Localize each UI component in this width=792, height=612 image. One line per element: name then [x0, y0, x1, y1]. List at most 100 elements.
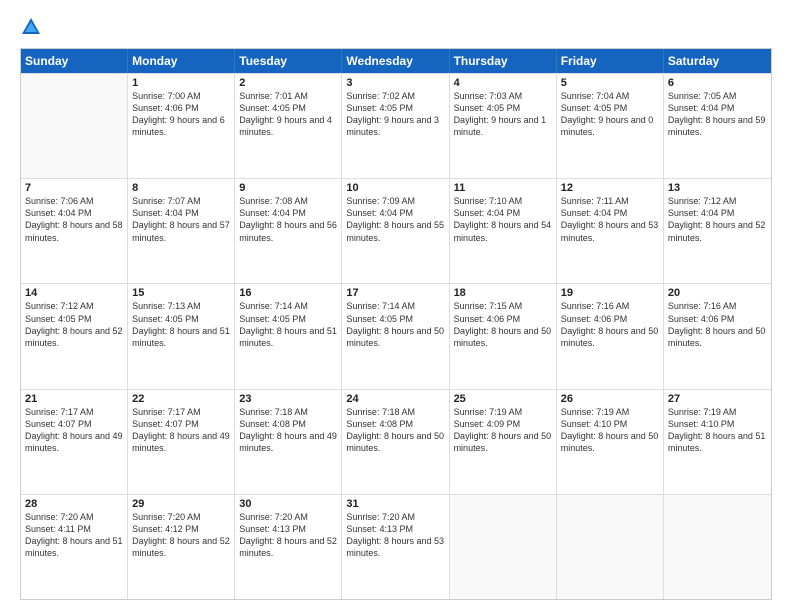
cal-cell: 12Sunrise: 7:11 AM Sunset: 4:04 PM Dayli…: [557, 179, 664, 283]
cal-row-3: 21Sunrise: 7:17 AM Sunset: 4:07 PM Dayli…: [21, 389, 771, 494]
cal-cell: 21Sunrise: 7:17 AM Sunset: 4:07 PM Dayli…: [21, 390, 128, 494]
cal-cell: 4Sunrise: 7:03 AM Sunset: 4:05 PM Daylig…: [450, 74, 557, 178]
cal-cell: 25Sunrise: 7:19 AM Sunset: 4:09 PM Dayli…: [450, 390, 557, 494]
cal-row-1: 7Sunrise: 7:06 AM Sunset: 4:04 PM Daylig…: [21, 178, 771, 283]
day-number: 16: [239, 287, 337, 299]
cal-row-0: 1Sunrise: 7:00 AM Sunset: 4:06 PM Daylig…: [21, 73, 771, 178]
cell-info: Sunrise: 7:19 AM Sunset: 4:09 PM Dayligh…: [454, 406, 552, 455]
cell-info: Sunrise: 7:16 AM Sunset: 4:06 PM Dayligh…: [668, 300, 767, 349]
cal-cell: 22Sunrise: 7:17 AM Sunset: 4:07 PM Dayli…: [128, 390, 235, 494]
cell-info: Sunrise: 7:14 AM Sunset: 4:05 PM Dayligh…: [346, 300, 444, 349]
day-number: 15: [132, 287, 230, 299]
cell-info: Sunrise: 7:09 AM Sunset: 4:04 PM Dayligh…: [346, 195, 444, 244]
cal-cell: 26Sunrise: 7:19 AM Sunset: 4:10 PM Dayli…: [557, 390, 664, 494]
cell-info: Sunrise: 7:05 AM Sunset: 4:04 PM Dayligh…: [668, 90, 767, 139]
cal-cell: 8Sunrise: 7:07 AM Sunset: 4:04 PM Daylig…: [128, 179, 235, 283]
header-thursday: Thursday: [450, 49, 557, 73]
cal-row-2: 14Sunrise: 7:12 AM Sunset: 4:05 PM Dayli…: [21, 283, 771, 388]
header-saturday: Saturday: [664, 49, 771, 73]
cell-info: Sunrise: 7:11 AM Sunset: 4:04 PM Dayligh…: [561, 195, 659, 244]
day-number: 10: [346, 182, 444, 194]
cell-info: Sunrise: 7:06 AM Sunset: 4:04 PM Dayligh…: [25, 195, 123, 244]
day-number: 8: [132, 182, 230, 194]
day-number: 31: [346, 498, 444, 510]
cal-cell: 10Sunrise: 7:09 AM Sunset: 4:04 PM Dayli…: [342, 179, 449, 283]
day-number: 23: [239, 393, 337, 405]
cell-info: Sunrise: 7:04 AM Sunset: 4:05 PM Dayligh…: [561, 90, 659, 139]
calendar: SundayMondayTuesdayWednesdayThursdayFrid…: [20, 48, 772, 600]
cell-info: Sunrise: 7:18 AM Sunset: 4:08 PM Dayligh…: [346, 406, 444, 455]
logo-icon: [20, 16, 42, 38]
cell-info: Sunrise: 7:16 AM Sunset: 4:06 PM Dayligh…: [561, 300, 659, 349]
day-number: 29: [132, 498, 230, 510]
cal-cell: [557, 495, 664, 599]
day-number: 3: [346, 77, 444, 89]
header-sunday: Sunday: [21, 49, 128, 73]
day-number: 20: [668, 287, 767, 299]
cal-cell: 23Sunrise: 7:18 AM Sunset: 4:08 PM Dayli…: [235, 390, 342, 494]
cell-info: Sunrise: 7:19 AM Sunset: 4:10 PM Dayligh…: [561, 406, 659, 455]
cell-info: Sunrise: 7:20 AM Sunset: 4:13 PM Dayligh…: [346, 511, 444, 560]
day-number: 22: [132, 393, 230, 405]
day-number: 13: [668, 182, 767, 194]
cell-info: Sunrise: 7:08 AM Sunset: 4:04 PM Dayligh…: [239, 195, 337, 244]
cal-cell: 17Sunrise: 7:14 AM Sunset: 4:05 PM Dayli…: [342, 284, 449, 388]
day-number: 14: [25, 287, 123, 299]
cell-info: Sunrise: 7:10 AM Sunset: 4:04 PM Dayligh…: [454, 195, 552, 244]
header-tuesday: Tuesday: [235, 49, 342, 73]
cell-info: Sunrise: 7:20 AM Sunset: 4:11 PM Dayligh…: [25, 511, 123, 560]
day-number: 21: [25, 393, 123, 405]
header: [20, 16, 772, 38]
logo: [20, 16, 46, 38]
cell-info: Sunrise: 7:00 AM Sunset: 4:06 PM Dayligh…: [132, 90, 230, 139]
cal-cell: 30Sunrise: 7:20 AM Sunset: 4:13 PM Dayli…: [235, 495, 342, 599]
day-number: 9: [239, 182, 337, 194]
day-number: 2: [239, 77, 337, 89]
cal-cell: [21, 74, 128, 178]
header-monday: Monday: [128, 49, 235, 73]
day-number: 12: [561, 182, 659, 194]
cal-cell: 6Sunrise: 7:05 AM Sunset: 4:04 PM Daylig…: [664, 74, 771, 178]
day-number: 27: [668, 393, 767, 405]
cal-cell: 3Sunrise: 7:02 AM Sunset: 4:05 PM Daylig…: [342, 74, 449, 178]
cal-cell: 19Sunrise: 7:16 AM Sunset: 4:06 PM Dayli…: [557, 284, 664, 388]
cal-cell: 9Sunrise: 7:08 AM Sunset: 4:04 PM Daylig…: [235, 179, 342, 283]
day-number: 7: [25, 182, 123, 194]
cell-info: Sunrise: 7:13 AM Sunset: 4:05 PM Dayligh…: [132, 300, 230, 349]
cal-cell: 7Sunrise: 7:06 AM Sunset: 4:04 PM Daylig…: [21, 179, 128, 283]
day-number: 4: [454, 77, 552, 89]
cell-info: Sunrise: 7:07 AM Sunset: 4:04 PM Dayligh…: [132, 195, 230, 244]
day-number: 30: [239, 498, 337, 510]
day-number: 18: [454, 287, 552, 299]
cal-cell: 28Sunrise: 7:20 AM Sunset: 4:11 PM Dayli…: [21, 495, 128, 599]
day-number: 17: [346, 287, 444, 299]
day-number: 19: [561, 287, 659, 299]
calendar-header: SundayMondayTuesdayWednesdayThursdayFrid…: [21, 49, 771, 73]
cell-info: Sunrise: 7:12 AM Sunset: 4:05 PM Dayligh…: [25, 300, 123, 349]
cal-cell: [450, 495, 557, 599]
cell-info: Sunrise: 7:12 AM Sunset: 4:04 PM Dayligh…: [668, 195, 767, 244]
cal-cell: 18Sunrise: 7:15 AM Sunset: 4:06 PM Dayli…: [450, 284, 557, 388]
cal-cell: [664, 495, 771, 599]
cell-info: Sunrise: 7:15 AM Sunset: 4:06 PM Dayligh…: [454, 300, 552, 349]
day-number: 5: [561, 77, 659, 89]
cal-cell: 31Sunrise: 7:20 AM Sunset: 4:13 PM Dayli…: [342, 495, 449, 599]
header-wednesday: Wednesday: [342, 49, 449, 73]
cell-info: Sunrise: 7:02 AM Sunset: 4:05 PM Dayligh…: [346, 90, 444, 139]
cal-cell: 15Sunrise: 7:13 AM Sunset: 4:05 PM Dayli…: [128, 284, 235, 388]
day-number: 26: [561, 393, 659, 405]
cell-info: Sunrise: 7:19 AM Sunset: 4:10 PM Dayligh…: [668, 406, 767, 455]
cal-cell: 2Sunrise: 7:01 AM Sunset: 4:05 PM Daylig…: [235, 74, 342, 178]
cell-info: Sunrise: 7:18 AM Sunset: 4:08 PM Dayligh…: [239, 406, 337, 455]
cell-info: Sunrise: 7:20 AM Sunset: 4:13 PM Dayligh…: [239, 511, 337, 560]
cal-row-4: 28Sunrise: 7:20 AM Sunset: 4:11 PM Dayli…: [21, 494, 771, 599]
cal-cell: 5Sunrise: 7:04 AM Sunset: 4:05 PM Daylig…: [557, 74, 664, 178]
cal-cell: 11Sunrise: 7:10 AM Sunset: 4:04 PM Dayli…: [450, 179, 557, 283]
cell-info: Sunrise: 7:01 AM Sunset: 4:05 PM Dayligh…: [239, 90, 337, 139]
day-number: 28: [25, 498, 123, 510]
cal-cell: 24Sunrise: 7:18 AM Sunset: 4:08 PM Dayli…: [342, 390, 449, 494]
day-number: 24: [346, 393, 444, 405]
cell-info: Sunrise: 7:17 AM Sunset: 4:07 PM Dayligh…: [25, 406, 123, 455]
cell-info: Sunrise: 7:20 AM Sunset: 4:12 PM Dayligh…: [132, 511, 230, 560]
cell-info: Sunrise: 7:17 AM Sunset: 4:07 PM Dayligh…: [132, 406, 230, 455]
